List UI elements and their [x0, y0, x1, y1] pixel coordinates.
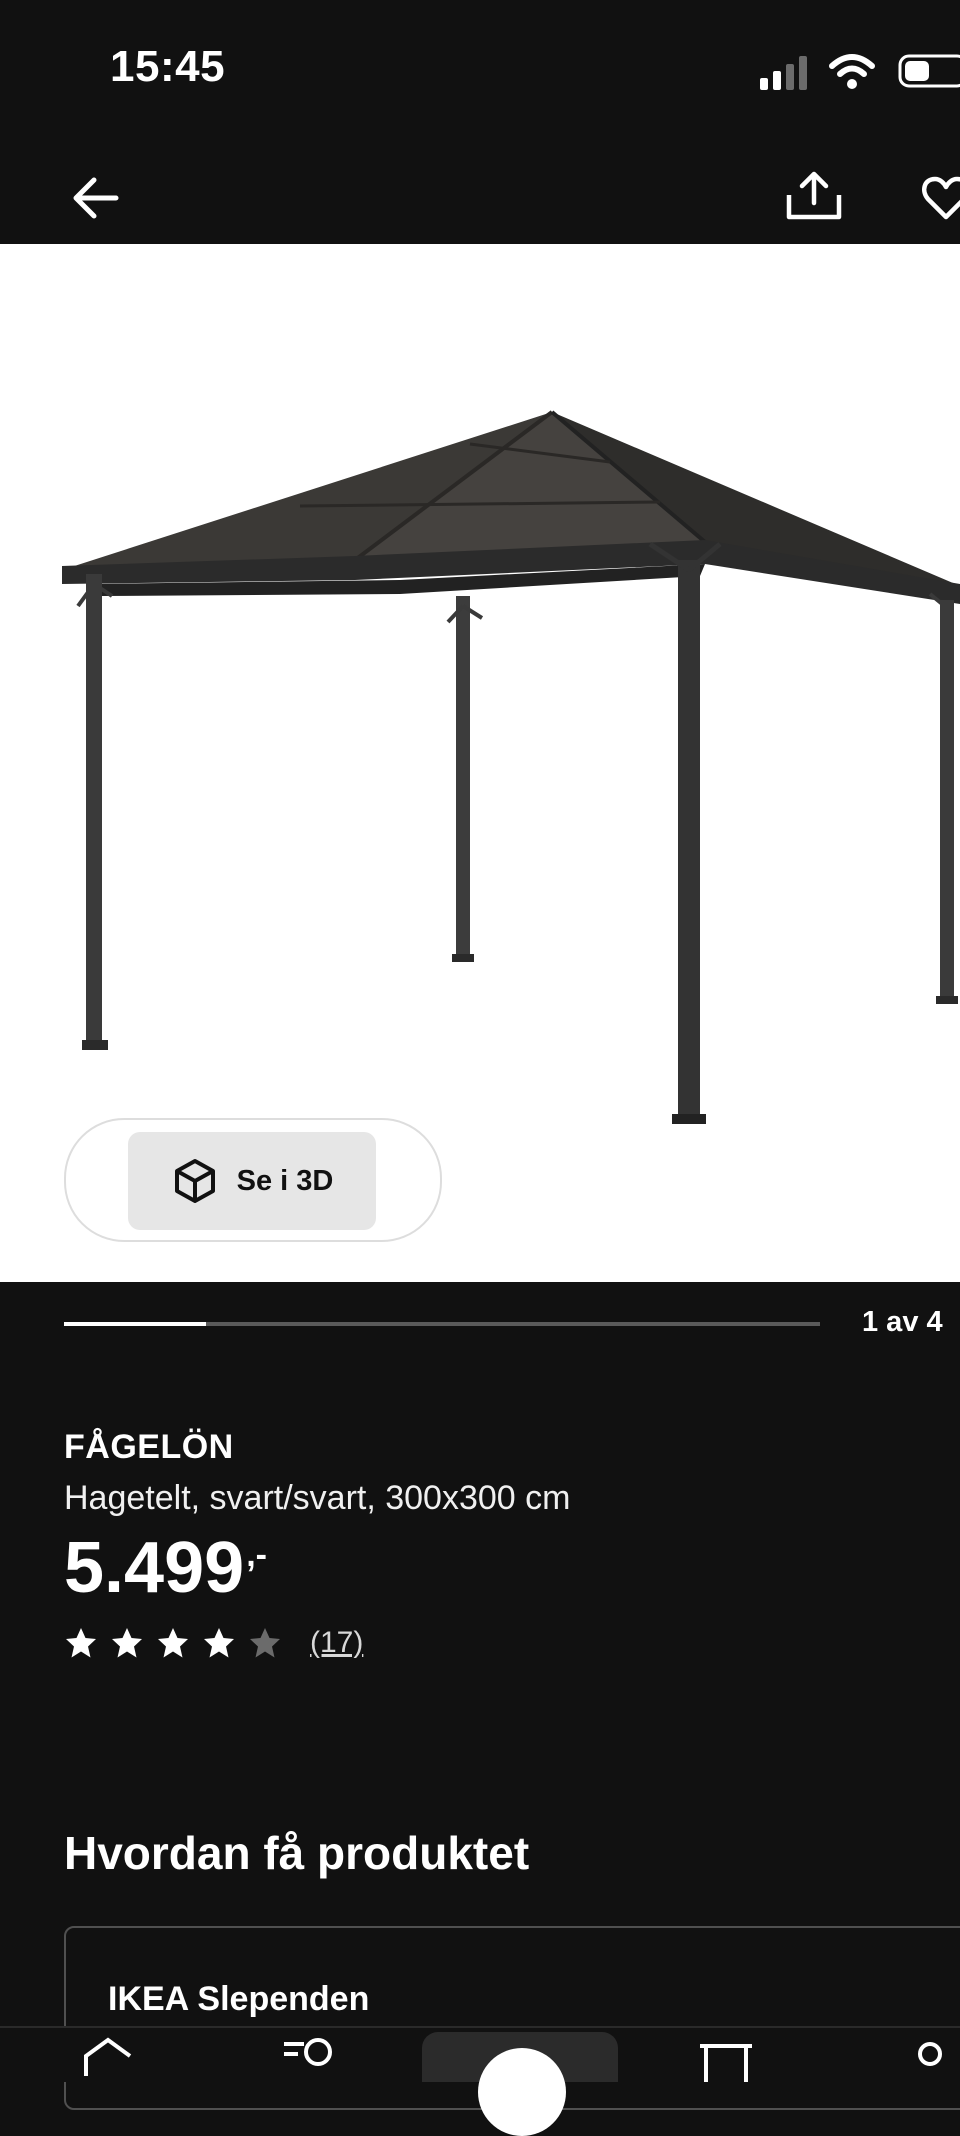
- star-icon: [204, 1628, 234, 1658]
- store-name: IKEA Slependen: [108, 1980, 370, 2018]
- see-in-3d-container: Se i 3D: [64, 1118, 442, 1242]
- carousel-counter: 1 av 4: [862, 1306, 943, 1338]
- star-icon: [112, 1628, 142, 1658]
- active-tab[interactable]: [422, 2032, 618, 2136]
- availability-section-title: Hvordan få produktet: [64, 1827, 530, 1879]
- status-time: 15:45: [110, 42, 226, 91]
- heart-icon: [922, 176, 960, 220]
- top-navigation: [0, 140, 960, 244]
- review-count-link[interactable]: (17): [310, 1626, 363, 1660]
- price-decimal: ,-: [246, 1536, 267, 1574]
- battery-icon: [898, 54, 960, 88]
- back-button[interactable]: [60, 162, 132, 234]
- search-tab-icon[interactable]: [278, 2036, 338, 2082]
- image-carousel-indicator: 1 av 4: [0, 1282, 960, 1362]
- carousel-progress-track: [64, 1322, 820, 1326]
- signal-icon: [760, 56, 807, 90]
- share-button[interactable]: [778, 158, 850, 234]
- carousel-progress-fill: [64, 1322, 206, 1326]
- see-in-3d-button[interactable]: Se i 3D: [128, 1132, 376, 1230]
- active-tab-indicator: [478, 2048, 566, 2136]
- product-image-gallery[interactable]: Se i 3D: [0, 244, 960, 1282]
- profile-tab-icon[interactable]: [900, 2036, 960, 2082]
- product-rating[interactable]: (17): [64, 1626, 944, 1660]
- favorite-button[interactable]: [910, 162, 960, 234]
- cube-3d-icon: [174, 1159, 215, 1203]
- wifi-icon: [829, 54, 875, 89]
- bottom-tab-bar: [0, 2026, 960, 2136]
- product-info: FÅGELÖN Hagetelt, svart/svart, 300x300 c…: [64, 1428, 944, 1660]
- product-description: Hagetelt, svart/svart, 300x300 cm: [64, 1479, 571, 1517]
- cart-tab-icon[interactable]: [696, 2036, 756, 2082]
- share-icon: [786, 171, 842, 220]
- home-tab-icon[interactable]: [78, 2036, 138, 2082]
- star-icon: [250, 1628, 280, 1658]
- arrow-left-icon: [73, 177, 119, 219]
- product-price: 5.499 ,-: [64, 1528, 944, 1608]
- star-icon: [158, 1628, 188, 1658]
- star-icon: [66, 1628, 96, 1658]
- status-bar: 15:45: [0, 0, 960, 140]
- see-in-3d-label: Se i 3D: [236, 1164, 334, 1197]
- rating-stars: [64, 1626, 294, 1660]
- product-name: FÅGELÖN: [64, 1428, 234, 1466]
- price-integer: 5.499: [64, 1528, 245, 1608]
